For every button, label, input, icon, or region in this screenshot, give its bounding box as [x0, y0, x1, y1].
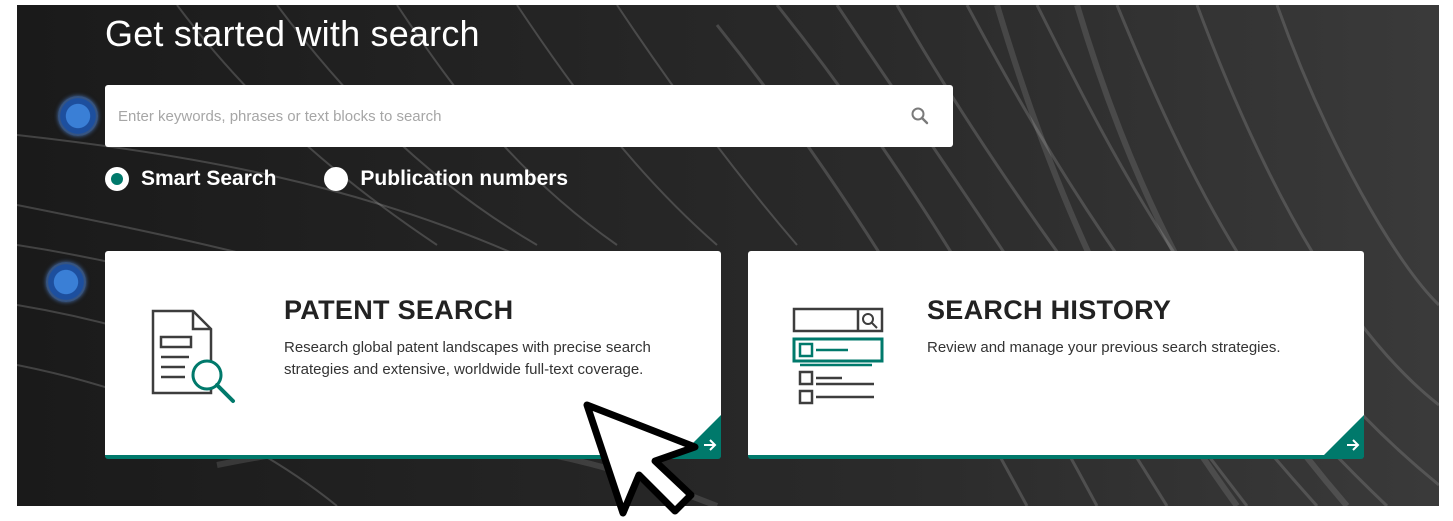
search-mode-radio-group: Smart Search Publication numbers [105, 167, 616, 191]
arrow-right-icon [704, 439, 717, 451]
search-history-list-icon [792, 307, 884, 405]
tutorial-marker-cards[interactable] [46, 262, 86, 302]
radio-smart-search[interactable]: Smart Search [105, 167, 276, 191]
tutorial-marker-search[interactable] [58, 96, 98, 136]
search-icon [911, 107, 929, 125]
search-history-card[interactable]: SEARCH HISTORY Review and manage your pr… [748, 251, 1364, 459]
radio-unchecked-icon [324, 167, 349, 191]
search-button[interactable] [905, 101, 935, 131]
arrow-right-icon [1347, 439, 1360, 451]
search-bar [105, 85, 953, 147]
radio-label: Publication numbers [360, 167, 569, 190]
hero-banner: Get started with search Smart Search Pub… [17, 5, 1439, 506]
card-title: PATENT SEARCH [284, 295, 514, 325]
card-title: SEARCH HISTORY [927, 295, 1172, 325]
radio-publication-numbers[interactable]: Publication numbers [324, 167, 568, 191]
search-input[interactable] [105, 85, 885, 147]
card-description: Research global patent landscapes with p… [284, 339, 651, 378]
page-title: Get started with search [105, 13, 480, 54]
card-description: Review and manage your previous search s… [927, 339, 1281, 356]
radio-checked-icon [105, 167, 129, 191]
document-magnifier-icon [151, 309, 235, 403]
patent-search-card[interactable]: PATENT SEARCH Research global patent lan… [105, 251, 721, 459]
radio-label: Smart Search [141, 167, 277, 190]
